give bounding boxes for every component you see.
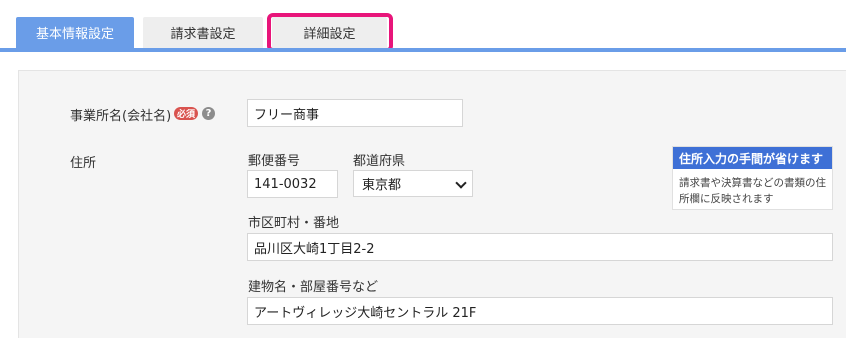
prefecture-label: 都道府県: [353, 154, 406, 169]
company-name-input[interactable]: [247, 99, 463, 127]
company-name-label: 事業所名(会社名): [70, 109, 172, 124]
postal-code-input[interactable]: [247, 170, 338, 198]
building-label: 建物名・部屋番号など: [248, 280, 379, 295]
city-street-label: 市区町村・番地: [248, 216, 340, 231]
prefecture-selected-value: 東京都: [362, 178, 402, 193]
city-street-input[interactable]: [247, 233, 833, 261]
help-icon[interactable]: ?: [202, 107, 215, 120]
tab-detail-settings[interactable]: 詳細設定: [272, 17, 387, 48]
postal-code-label: 郵便番号: [248, 154, 301, 169]
address-hint-box: 住所入力の手間が省けます 請求書や決算書などの書類の住所欄に反映されます: [672, 146, 833, 210]
tab-invoice-settings[interactable]: 請求書設定: [143, 17, 263, 48]
tab-basic-info[interactable]: 基本情報設定: [16, 17, 134, 48]
tab-underline: [0, 48, 846, 52]
prefecture-select[interactable]: 東京都: [353, 170, 473, 197]
settings-tabs: 基本情報設定 請求書設定 詳細設定: [0, 0, 846, 52]
address-label: 住所: [70, 156, 97, 171]
chevron-down-icon: [455, 177, 467, 189]
hint-title: 住所入力の手間が省けます: [673, 147, 832, 169]
required-badge: 必須: [174, 107, 198, 120]
hint-body: 請求書や決算書などの書類の住所欄に反映されます: [679, 177, 826, 205]
building-input[interactable]: [247, 297, 833, 325]
